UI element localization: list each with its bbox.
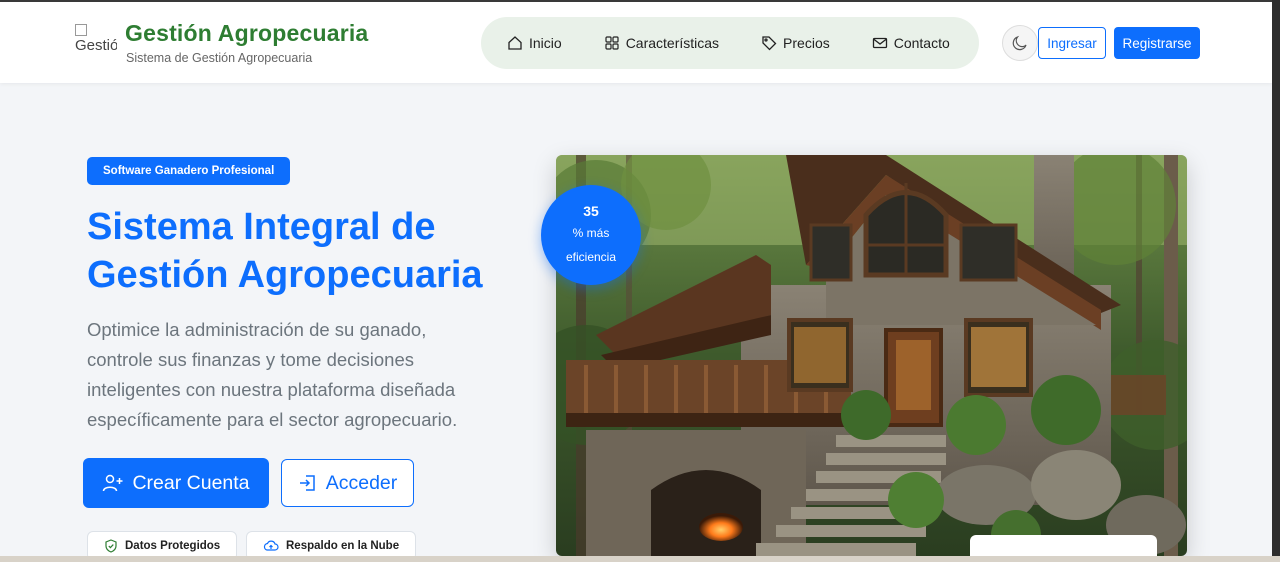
access-label: Acceder xyxy=(325,471,398,494)
stat-label-line2: eficiencia xyxy=(565,250,617,264)
hero-title: Sistema Integral de Gestión Agropecuaria xyxy=(87,206,483,296)
site-header: Gestión Gestión Agropecuaria Sistema de … xyxy=(0,2,1272,83)
efficiency-stat-badge: 35 % más eficiencia xyxy=(541,185,641,285)
hero-badge: Software Ganadero Profesional xyxy=(87,157,291,185)
brand-logo-alt-text: Gestión xyxy=(75,37,117,54)
envelope-icon xyxy=(872,37,887,49)
nav-item-label: Inicio xyxy=(529,35,562,51)
broken-image-icon xyxy=(75,24,87,36)
login-button[interactable]: Ingresar xyxy=(1038,27,1106,59)
stat-value: 35 xyxy=(583,203,599,219)
login-arrow-icon xyxy=(299,475,315,491)
chip-label: Datos Protegidos xyxy=(125,540,221,552)
brand-title[interactable]: Gestión Agropecuaria xyxy=(125,20,368,47)
hero-cabin-image xyxy=(556,155,1187,556)
access-button[interactable]: Acceder xyxy=(281,459,414,507)
nav-item-label: Contacto xyxy=(893,35,950,51)
nav-item-caracteristicas[interactable]: Características xyxy=(604,35,719,51)
cabin-illustration xyxy=(556,155,1187,556)
nav-item-precios[interactable]: Precios xyxy=(761,35,830,51)
create-account-button[interactable]: Crear Cuenta xyxy=(83,458,269,508)
window-bottom-edge xyxy=(0,556,1280,562)
grid-icon xyxy=(605,36,619,50)
main-nav: Inicio Características Precios Contacto xyxy=(481,17,979,69)
home-icon xyxy=(508,36,522,50)
nav-item-inicio[interactable]: Inicio xyxy=(507,35,562,51)
chip-label: Respaldo en la Nube xyxy=(286,540,400,552)
brand-subtitle: Sistema de Gestión Agropecuaria xyxy=(126,51,313,65)
tag-icon xyxy=(762,36,777,51)
person-add-icon xyxy=(103,474,123,492)
nav-item-contacto[interactable]: Contacto xyxy=(872,35,950,51)
create-account-label: Crear Cuenta xyxy=(132,471,250,494)
nav-item-label: Características xyxy=(625,35,720,51)
cloud-icon xyxy=(263,540,279,551)
brand-logo-broken-image: Gestión xyxy=(75,24,117,64)
nav-item-label: Precios xyxy=(783,35,830,51)
register-button[interactable]: Registrarse xyxy=(1114,27,1200,59)
window-scrollbar-edge xyxy=(1272,0,1280,562)
stat-label-line1: % más xyxy=(572,226,610,240)
hero-description: Optimice la administración de su ganado,… xyxy=(87,319,458,430)
shield-check-icon xyxy=(105,539,117,553)
theme-toggle-button[interactable] xyxy=(1002,25,1038,61)
moon-icon xyxy=(1012,35,1027,51)
